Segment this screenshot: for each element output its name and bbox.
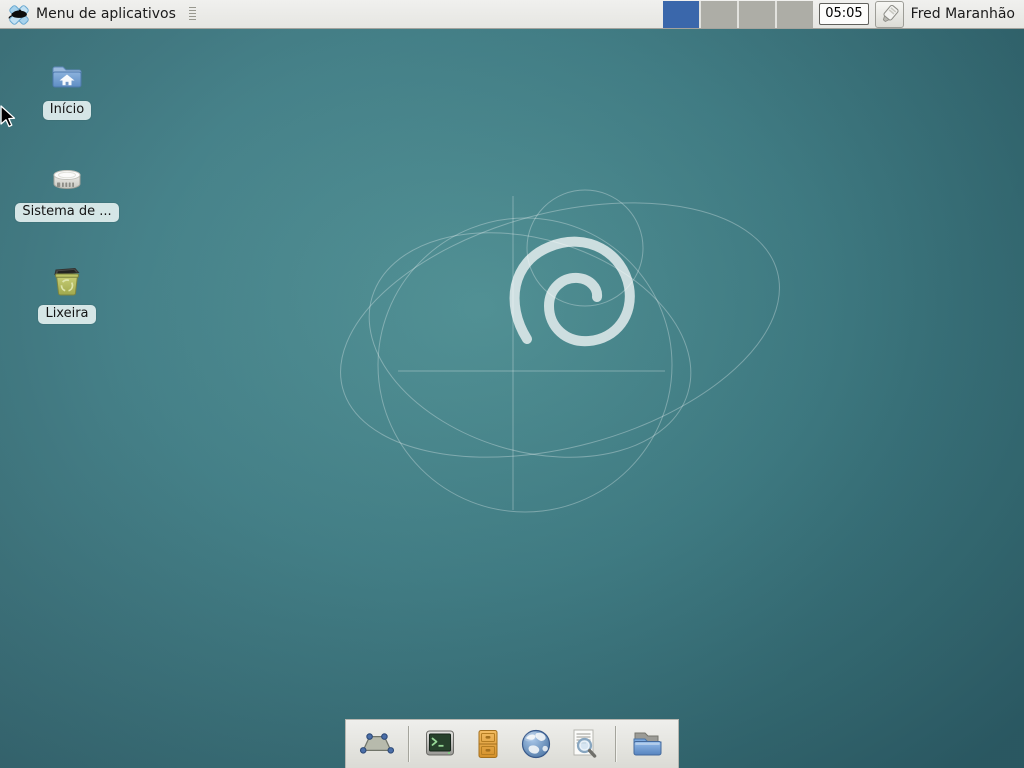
applications-menu-label: Menu de aplicativos <box>36 6 176 22</box>
workspace-3[interactable] <box>739 1 775 28</box>
web-browser-globe-icon <box>518 726 554 762</box>
dock-separator <box>408 726 409 762</box>
show-desktop-button[interactable] <box>358 725 396 763</box>
filesystem-drive-icon <box>49 161 85 197</box>
file-cabinet-icon <box>470 726 506 762</box>
panel-drag-handle[interactable] <box>189 7 196 22</box>
logged-in-username: Fred Maranhão <box>911 6 1015 22</box>
workspace-1[interactable] <box>663 1 699 28</box>
file-search-launcher[interactable] <box>565 725 603 763</box>
workspace-switcher <box>663 1 813 28</box>
clock[interactable]: 05:05 <box>819 3 868 25</box>
desktop-icon-label: Lixeira <box>38 305 95 324</box>
home-folder-icon <box>49 59 85 95</box>
terminal-icon <box>422 726 458 762</box>
desktop-icon-label: Sistema de ... <box>15 203 118 222</box>
workspace-2[interactable] <box>701 1 737 28</box>
top-panel: Menu de aplicativos 05:05 Fred Maranhão <box>0 0 1024 29</box>
web-browser-launcher[interactable] <box>517 725 555 763</box>
debian-swirl <box>515 242 630 341</box>
dock-separator <box>615 726 616 762</box>
desktop-icon-label: Início <box>43 101 91 120</box>
desktop-wallpaper <box>0 0 1024 768</box>
desktop-icon-home[interactable]: Início <box>8 59 126 120</box>
file-manager-launcher[interactable] <box>628 725 666 763</box>
desktop-icon-filesystem[interactable]: Sistema de ... <box>8 161 126 222</box>
show-desktop-icon <box>359 726 395 762</box>
wallpaper-lines-art <box>0 0 1024 768</box>
terminal-launcher[interactable] <box>421 725 459 763</box>
trash-icon <box>49 263 85 299</box>
xfce-logo-icon <box>8 3 30 25</box>
document-search-icon <box>566 726 602 762</box>
file-cabinet-launcher[interactable] <box>469 725 507 763</box>
desktop-icon-trash[interactable]: Lixeira <box>8 263 126 324</box>
session-menu-button[interactable] <box>875 1 904 28</box>
bottom-dock-panel <box>345 719 679 768</box>
applications-menu-button[interactable]: Menu de aplicativos <box>5 2 179 26</box>
session-menu-icon <box>880 5 899 24</box>
file-manager-folder-icon <box>629 726 665 762</box>
workspace-4[interactable] <box>777 1 813 28</box>
